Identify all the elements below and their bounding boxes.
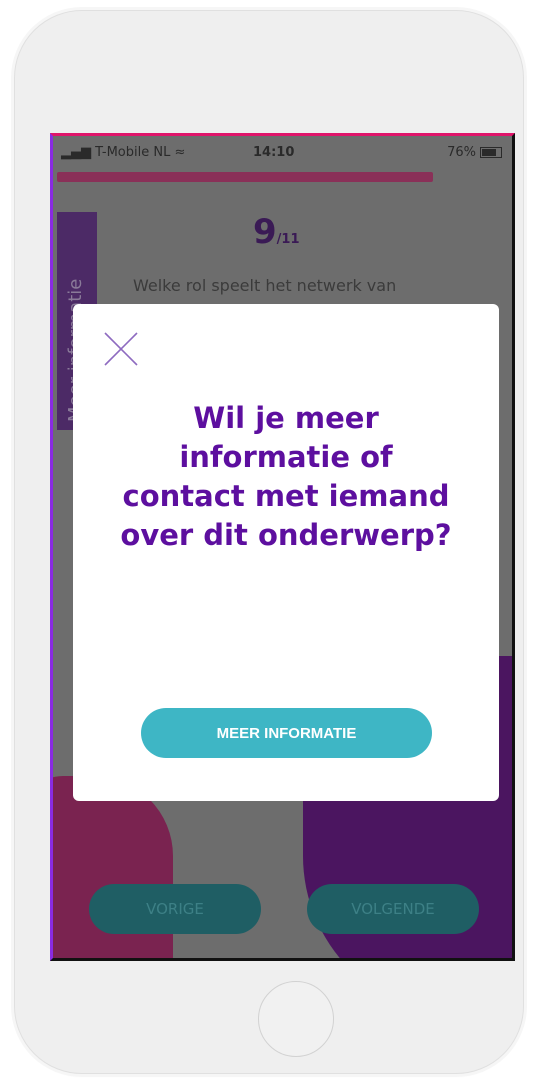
modal-title: Wil je meer informatie of contact met ie…	[120, 401, 452, 552]
close-icon[interactable]	[101, 329, 141, 369]
wifi-icon: ≈	[174, 145, 186, 160]
status-bar: ▂▄▆ T-Mobile NL ≈ 14:10 76%	[53, 136, 512, 166]
question-text: Welke rol speelt het netwerk van	[133, 276, 397, 295]
carrier: ▂▄▆ T-Mobile NL ≈	[61, 145, 185, 160]
progress-bar	[57, 172, 433, 182]
step-total: /11	[276, 232, 300, 247]
battery-status: 76%	[447, 145, 502, 160]
step-current: 9	[253, 212, 277, 252]
previous-button[interactable]: VORIGE	[89, 884, 261, 934]
more-info-button[interactable]: MEER INFORMATIE	[141, 708, 432, 758]
status-time: 14:10	[253, 145, 295, 160]
home-button[interactable]	[258, 981, 334, 1057]
step-counter: 9/11	[253, 212, 300, 252]
app-screen: ▂▄▆ T-Mobile NL ≈ 14:10 76% Meer informa…	[50, 133, 515, 961]
next-button[interactable]: VOLGENDE	[307, 884, 479, 934]
battery-percent: 76%	[447, 145, 476, 160]
carrier-label: T-Mobile NL	[95, 145, 171, 160]
signal-icon: ▂▄▆	[61, 145, 91, 160]
battery-icon	[480, 147, 502, 158]
info-modal: Wil je meer informatie of contact met ie…	[73, 304, 499, 801]
